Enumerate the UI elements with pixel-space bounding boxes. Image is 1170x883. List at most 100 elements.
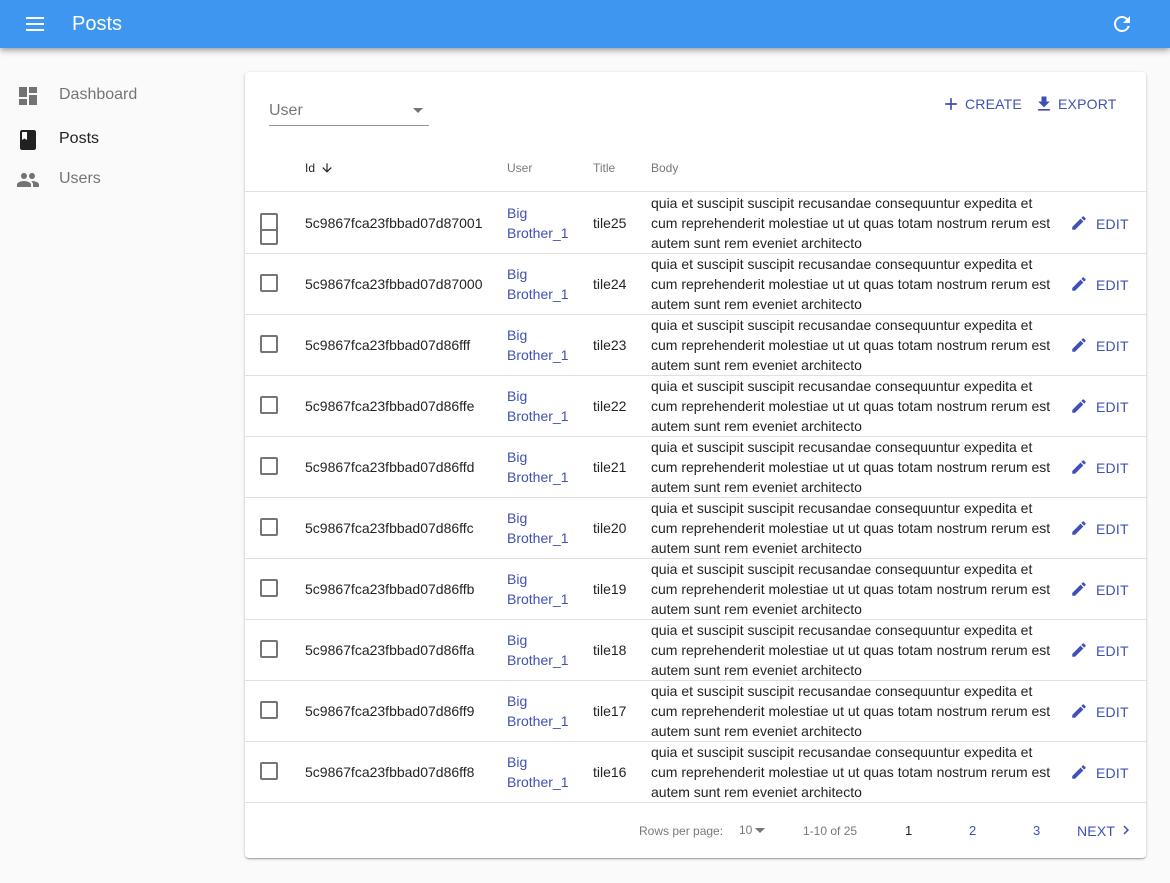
table-row[interactable]: 5c9867fca23fbbad07d86ffe Big Brother_1 til… bbox=[245, 376, 1146, 437]
chevron-right-icon bbox=[1117, 821, 1135, 839]
cell-id: 5c9867fca23fbbad07d86ffd bbox=[305, 459, 475, 475]
cell-id: 5c9867fca23fbbad07d87001 bbox=[305, 215, 483, 231]
row-checkbox[interactable] bbox=[260, 457, 278, 475]
edit-button[interactable]: EDIT bbox=[1070, 212, 1140, 236]
menu-icon[interactable] bbox=[24, 14, 48, 34]
user-filter-select[interactable]: User bbox=[269, 94, 429, 126]
edit-button[interactable]: EDIT bbox=[1070, 761, 1140, 785]
edit-label: EDIT bbox=[1096, 704, 1129, 720]
cell-body: quia et suscipit suscipit recusandae con… bbox=[651, 683, 1051, 739]
table-row[interactable]: 5c9867fca23fbbad07d86ff8 Big Brother_1 til… bbox=[245, 742, 1146, 803]
cell-title: tile19 bbox=[593, 581, 627, 597]
row-checkbox[interactable] bbox=[260, 701, 278, 719]
edit-button[interactable]: EDIT bbox=[1070, 273, 1140, 297]
chevron-down-icon bbox=[755, 828, 765, 833]
row-checkbox[interactable] bbox=[260, 396, 278, 414]
pencil-icon bbox=[1070, 641, 1088, 659]
pencil-icon bbox=[1070, 397, 1088, 415]
sidebar-item-users[interactable]: Users bbox=[0, 160, 240, 200]
row-checkbox[interactable] bbox=[260, 579, 278, 597]
table-row[interactable]: 5c9867fca23fbbad07d86ffc Big Brother_1 til… bbox=[245, 498, 1146, 559]
cell-body: quia et suscipit suscipit recusandae con… bbox=[651, 622, 1051, 678]
column-header-body[interactable]: Body bbox=[651, 160, 678, 176]
edit-button[interactable]: EDIT bbox=[1070, 700, 1140, 724]
row-checkbox[interactable] bbox=[260, 762, 278, 780]
refresh-icon[interactable] bbox=[1110, 12, 1134, 36]
row-checkbox[interactable] bbox=[260, 518, 278, 536]
chevron-down-icon bbox=[413, 108, 423, 113]
row-checkbox[interactable] bbox=[260, 213, 278, 231]
table-row[interactable]: 5c9867fca23fbbad07d86ffa Big Brother_1 til… bbox=[245, 620, 1146, 681]
sidebar-item-label: Dashboard bbox=[59, 86, 138, 103]
row-checkbox[interactable] bbox=[260, 640, 278, 658]
rows-per-page-value: 10 bbox=[739, 823, 753, 837]
rows-per-page-label: Rows per page: bbox=[639, 824, 724, 838]
edit-button[interactable]: EDIT bbox=[1070, 395, 1140, 419]
table-row[interactable]: 5c9867fca23fbbad07d86ffb Big Brother_1 til… bbox=[245, 559, 1146, 620]
cell-body: quia et suscipit suscipit recusandae con… bbox=[651, 256, 1051, 312]
edit-button[interactable]: EDIT bbox=[1070, 578, 1140, 602]
page-button-3[interactable]: 3 bbox=[1033, 823, 1040, 838]
edit-label: EDIT bbox=[1096, 277, 1129, 293]
cell-title: tile24 bbox=[593, 276, 627, 292]
edit-button[interactable]: EDIT bbox=[1070, 456, 1140, 480]
pencil-icon bbox=[1070, 702, 1088, 720]
edit-label: EDIT bbox=[1096, 643, 1129, 659]
table-row[interactable]: 5c9867fca23fbbad07d87000 Big Brother_1 til… bbox=[245, 254, 1146, 315]
pencil-icon bbox=[1070, 580, 1088, 598]
table-row[interactable]: 5c9867fca23fbbad07d86fff Big Brother_1 til… bbox=[245, 315, 1146, 376]
row-checkbox[interactable] bbox=[260, 274, 278, 292]
next-label: NEXT bbox=[1077, 823, 1116, 839]
cell-id: 5c9867fca23fbbad07d86ffe bbox=[305, 398, 475, 414]
row-checkbox[interactable] bbox=[260, 335, 278, 353]
sidebar-item-dashboard[interactable]: Dashboard bbox=[0, 76, 240, 116]
edit-label: EDIT bbox=[1096, 765, 1129, 781]
cell-title: tile18 bbox=[593, 642, 627, 658]
cell-user-link[interactable]: Big Brother_1 bbox=[507, 325, 587, 365]
sidebar-item-label: Posts bbox=[59, 130, 100, 147]
cell-title: tile23 bbox=[593, 337, 627, 353]
cell-user-link[interactable]: Big Brother_1 bbox=[507, 691, 587, 731]
page-button-2[interactable]: 2 bbox=[969, 823, 976, 838]
cell-user-link[interactable]: Big Brother_1 bbox=[507, 508, 587, 548]
cell-body: quia et suscipit suscipit recusandae con… bbox=[651, 744, 1051, 800]
cell-user-link[interactable]: Big Brother_1 bbox=[507, 569, 587, 609]
cell-id: 5c9867fca23fbbad07d86ff8 bbox=[305, 764, 475, 780]
cell-id: 5c9867fca23fbbad07d87000 bbox=[305, 276, 483, 292]
edit-button[interactable]: EDIT bbox=[1070, 639, 1140, 663]
create-button[interactable]: CREATE bbox=[941, 92, 1022, 116]
column-header-id[interactable]: Id bbox=[305, 160, 315, 176]
cell-user-link[interactable]: Big Brother_1 bbox=[507, 203, 587, 243]
edit-button[interactable]: EDIT bbox=[1070, 334, 1140, 358]
pencil-icon bbox=[1070, 519, 1088, 537]
edit-label: EDIT bbox=[1096, 582, 1129, 598]
page-button-1[interactable]: 1 bbox=[905, 823, 912, 838]
cell-user-link[interactable]: Big Brother_1 bbox=[507, 447, 587, 487]
cell-user-link[interactable]: Big Brother_1 bbox=[507, 386, 587, 426]
table-row[interactable]: 5c9867fca23fbbad07d87001 Big Brother_1 til… bbox=[245, 193, 1146, 254]
cell-user-link[interactable]: Big Brother_1 bbox=[507, 752, 587, 792]
rows-per-page-select[interactable]: 10 bbox=[739, 820, 769, 840]
table-row[interactable]: 5c9867fca23fbbad07d86ff9 Big Brother_1 til… bbox=[245, 681, 1146, 742]
cell-id: 5c9867fca23fbbad07d86fff bbox=[305, 337, 471, 353]
cell-title: tile25 bbox=[593, 215, 627, 231]
cell-user-link[interactable]: Big Brother_1 bbox=[507, 264, 587, 304]
cell-title: tile21 bbox=[593, 459, 627, 475]
people-icon bbox=[16, 168, 40, 192]
edit-button[interactable]: EDIT bbox=[1070, 517, 1140, 541]
sidebar-item-label: Users bbox=[59, 170, 101, 187]
export-button[interactable]: EXPORT bbox=[1034, 92, 1118, 116]
cell-body: quia et suscipit suscipit recusandae con… bbox=[651, 378, 1051, 434]
cell-body: quia et suscipit suscipit recusandae con… bbox=[651, 317, 1051, 373]
posts-list-card: User CREATE EXPORT Id User Title Body 5c… bbox=[245, 72, 1146, 858]
column-header-title[interactable]: Title bbox=[593, 160, 615, 176]
column-header-user[interactable]: User bbox=[507, 160, 532, 176]
page-range: 1-10 of 25 bbox=[803, 824, 858, 838]
sidebar-item-posts[interactable]: Posts bbox=[0, 120, 240, 160]
table-row[interactable]: 5c9867fca23fbbad07d86ffd Big Brother_1 til… bbox=[245, 437, 1146, 498]
add-icon bbox=[941, 94, 961, 114]
cell-id: 5c9867fca23fbbad07d86ff9 bbox=[305, 703, 475, 719]
cell-body: quia et suscipit suscipit recusandae con… bbox=[651, 561, 1051, 617]
next-page-button[interactable]: NEXT bbox=[1077, 821, 1137, 841]
cell-user-link[interactable]: Big Brother_1 bbox=[507, 630, 587, 670]
